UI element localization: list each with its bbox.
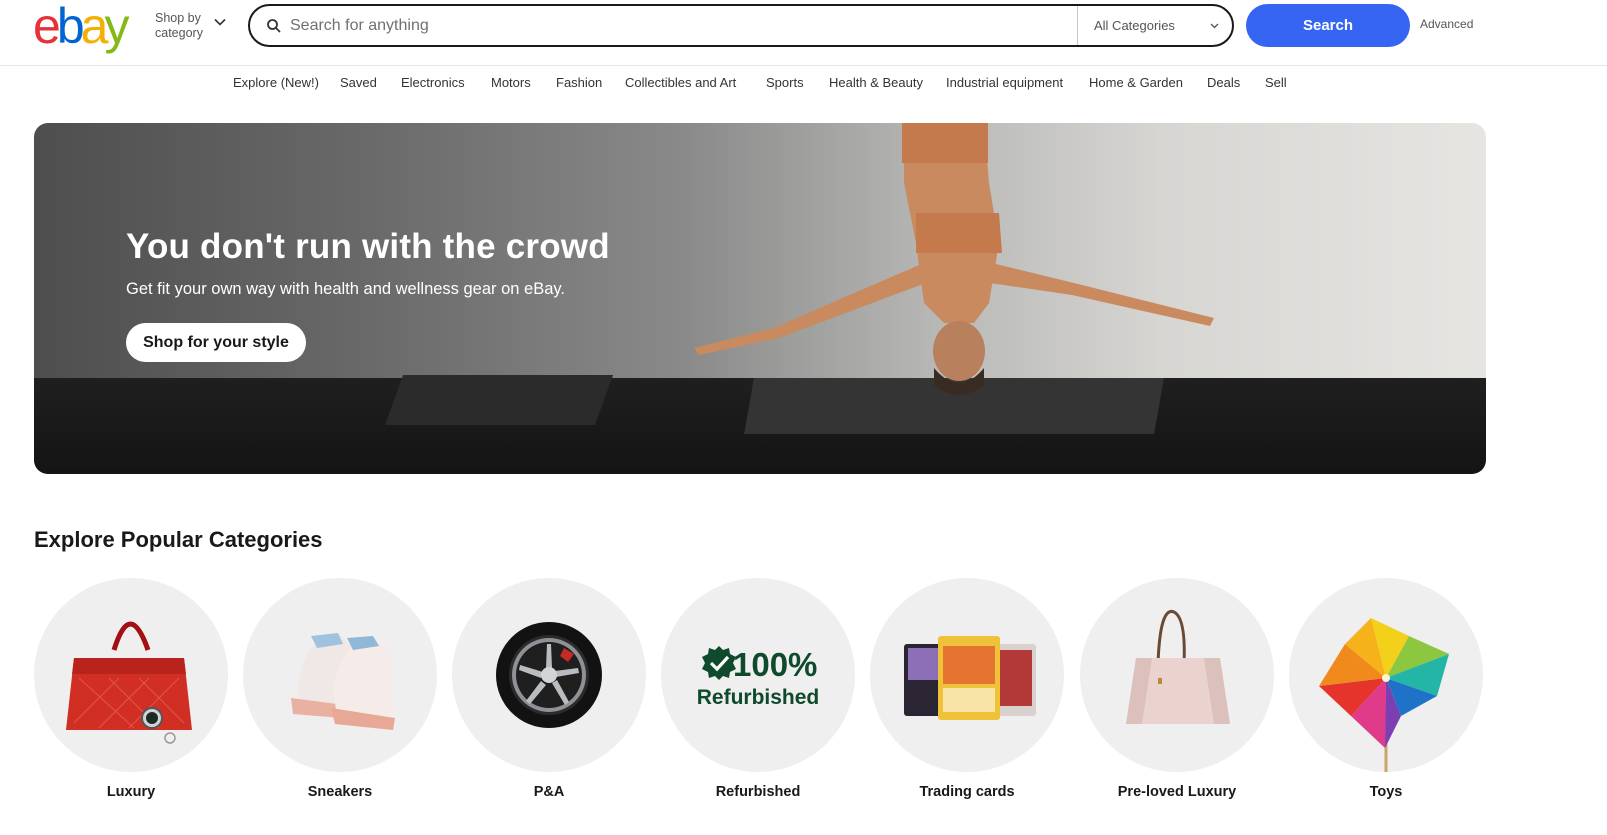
hero-banner[interactable]: You don't run with the crowd Get fit you… <box>34 123 1486 474</box>
category-refurbished[interactable]: 100% Refurbished Refurbished <box>661 578 855 818</box>
section-title: Explore Popular Categories <box>34 527 323 552</box>
shop-by-line2: category <box>155 26 203 40</box>
category-image <box>34 578 228 772</box>
ebay-logo[interactable]: ebay <box>33 0 129 54</box>
search-input[interactable] <box>290 12 1070 39</box>
category-pre-loved-luxury[interactable]: Pre-loved Luxury <box>1080 578 1274 818</box>
search-icon <box>267 19 281 33</box>
category-trading-cards[interactable]: Trading cards <box>870 578 1064 818</box>
logo-letter-y: y <box>104 0 129 54</box>
category-label: P&A <box>533 784 565 800</box>
nav-item-deals[interactable]: Deals <box>1207 75 1240 90</box>
shop-by-line1: Shop by <box>155 11 201 25</box>
category-label: Pre-loved Luxury <box>1117 784 1237 800</box>
category-select-value: All Categories <box>1094 18 1175 33</box>
category-label: Luxury <box>106 784 156 800</box>
shop-by-category-button[interactable]: Shop by category <box>155 11 203 41</box>
nav-item-industrial[interactable]: Industrial equipment <box>946 75 1063 90</box>
category-select[interactable]: All Categories <box>1077 6 1234 45</box>
nav-item-explore[interactable]: Explore (New!) <box>233 75 319 90</box>
advanced-search-link[interactable]: Advanced <box>1420 17 1473 31</box>
category-image <box>452 578 646 772</box>
logo-letter-e: e <box>33 0 61 54</box>
category-toys[interactable]: Toys <box>1289 578 1483 818</box>
category-label: Sneakers <box>307 784 373 800</box>
category-image <box>243 578 437 772</box>
handbag-watch-icon <box>66 621 192 744</box>
hero-cta-button[interactable]: Shop for your style <box>126 323 306 362</box>
wheel-icon <box>496 622 602 728</box>
trading-cards-icon <box>904 636 1036 720</box>
refurbished-percent: 100% <box>733 646 818 683</box>
nav-item-electronics[interactable]: Electronics <box>401 75 465 90</box>
logo-letter-b: b <box>56 0 85 54</box>
logo-letter-a: a <box>80 0 109 54</box>
chevron-down-icon[interactable] <box>213 15 227 29</box>
tote-bag-icon <box>1126 609 1230 724</box>
category-label: Trading cards <box>919 784 1015 800</box>
nav-item-motors[interactable]: Motors <box>491 75 531 90</box>
chevron-down-icon <box>1210 23 1219 29</box>
category-pa[interactable]: P&A <box>452 578 646 818</box>
category-image: 100% Refurbished <box>661 578 855 772</box>
category-label: Refurbished <box>715 784 801 800</box>
category-sneakers[interactable]: Sneakers <box>243 578 437 818</box>
hero-subtitle: Get fit your own way with health and wel… <box>126 280 566 298</box>
hero-title: You don't run with the crowd <box>126 227 610 266</box>
category-image <box>1289 578 1483 772</box>
category-nav: Explore (New!) Saved Electronics Motors … <box>0 75 1607 95</box>
hero-mat-small <box>384 375 614 425</box>
nav-item-saved[interactable]: Saved <box>340 75 377 90</box>
category-image <box>870 578 1064 772</box>
nav-item-sell[interactable]: Sell <box>1265 75 1287 90</box>
category-luxury[interactable]: Luxury <box>34 578 228 818</box>
nav-item-health-beauty[interactable]: Health & Beauty <box>829 75 923 90</box>
nav-item-home-garden[interactable]: Home & Garden <box>1089 75 1183 90</box>
pinwheel-icon <box>1319 618 1449 772</box>
handstand-figure-image <box>694 123 1214 395</box>
sneakers-icon <box>291 633 395 730</box>
refurbished-word: Refurbished <box>696 686 820 709</box>
category-image <box>1080 578 1274 772</box>
search-button[interactable]: Search <box>1246 4 1410 47</box>
nav-item-fashion[interactable]: Fashion <box>556 75 602 90</box>
nav-item-sports[interactable]: Sports <box>766 75 804 90</box>
site-header: ebay Shop by category All Categories Sea… <box>0 0 1607 66</box>
nav-item-collectibles[interactable]: Collectibles and Art <box>625 75 736 90</box>
search-bar: All Categories <box>248 4 1234 47</box>
category-label: Toys <box>1369 784 1403 800</box>
